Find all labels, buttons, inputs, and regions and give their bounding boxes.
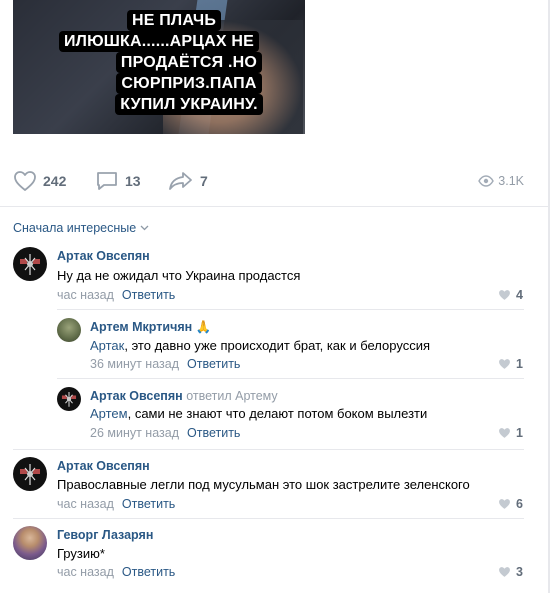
avatar[interactable] bbox=[13, 457, 47, 491]
comment-meta: 36 минут назад Ответить bbox=[90, 357, 240, 371]
comment-author[interactable]: Артем Мкртичян 🙏 bbox=[90, 320, 211, 335]
comment-author[interactable]: Геворг Лазарян bbox=[57, 528, 153, 542]
share-button[interactable]: 7 bbox=[168, 166, 208, 196]
divider bbox=[57, 378, 524, 379]
comment-like-button[interactable]: 4 bbox=[498, 288, 523, 302]
caption-line: СЮРПРИЗ.ПАПА bbox=[116, 73, 262, 94]
comment-time[interactable]: 36 минут назад bbox=[90, 357, 179, 371]
comments-count: 13 bbox=[125, 173, 141, 189]
comment-time[interactable]: 26 минут назад bbox=[90, 426, 179, 440]
divider bbox=[13, 518, 524, 519]
comment-like-button[interactable]: 3 bbox=[498, 565, 523, 579]
likes-count: 242 bbox=[43, 173, 67, 189]
comment-author: Артак Овсепян ответил Артему bbox=[90, 389, 278, 403]
comment-text: Артем, сами не знают что делают потом бо… bbox=[90, 406, 427, 421]
comment-meta: час назад Ответить bbox=[57, 497, 175, 511]
comment-author[interactable]: Артак Овсепян bbox=[57, 249, 150, 263]
mention-link[interactable]: Артак bbox=[90, 338, 124, 353]
comment-meta: час назад Ответить bbox=[57, 565, 175, 579]
heart-icon bbox=[499, 428, 510, 438]
comment-text: Православные легли под мусульман это шок… bbox=[57, 477, 470, 492]
reply-button[interactable]: Ответить bbox=[187, 357, 240, 371]
reply-button[interactable]: Ответить bbox=[122, 565, 175, 579]
share-icon bbox=[169, 172, 192, 190]
caption-line: ИЛЮШКА......АРЦАХ НЕ bbox=[58, 31, 260, 52]
views-counter: 3.1K bbox=[478, 166, 524, 196]
avatar[interactable] bbox=[57, 318, 81, 342]
reply-button[interactable]: Ответить bbox=[187, 426, 240, 440]
comment-body: , сами не знают что делают потом боком в… bbox=[127, 406, 428, 421]
comment-button[interactable]: 13 bbox=[95, 166, 141, 196]
avatar[interactable] bbox=[13, 247, 47, 281]
sort-label: Сначала интересные bbox=[13, 221, 137, 235]
comment-meta: час назад Ответить bbox=[57, 288, 175, 302]
post-actions: 242 13 7 3.1K bbox=[0, 166, 550, 196]
post-image[interactable]: НЕ ПЛАЧЬ ИЛЮШКА......АРЦАХ НЕ ПРОДАЁТСЯ … bbox=[13, 0, 305, 134]
chevron-down-icon bbox=[140, 225, 149, 231]
caption-line: ПРОДАЁТСЯ .НО bbox=[115, 52, 263, 73]
comment-body: , это давно уже происходит брат, как и б… bbox=[124, 338, 430, 353]
comment-author[interactable]: Артак Овсепян bbox=[57, 459, 150, 473]
comment-text: Грузию* bbox=[57, 546, 105, 561]
comment-likes-count: 1 bbox=[516, 426, 523, 440]
views-count: 3.1K bbox=[498, 174, 524, 188]
heart-icon bbox=[499, 359, 510, 369]
replied-to-label[interactable]: ответил Артему bbox=[186, 389, 277, 403]
sort-dropdown[interactable]: Сначала интересные bbox=[13, 221, 149, 235]
heart-icon bbox=[14, 171, 36, 191]
comment-likes-count: 4 bbox=[516, 288, 523, 302]
divider bbox=[57, 309, 524, 310]
comment-like-button[interactable]: 1 bbox=[498, 357, 523, 371]
caption-line: КУПИЛ УКРАИНУ. bbox=[115, 94, 263, 115]
comment-time[interactable]: час назад bbox=[57, 565, 114, 579]
comment-likes-count: 6 bbox=[516, 497, 523, 511]
comment-time[interactable]: час назад bbox=[57, 288, 114, 302]
author-link[interactable]: Артак Овсепян bbox=[90, 389, 183, 403]
comment-likes-count: 3 bbox=[516, 565, 523, 579]
comment-like-button[interactable]: 1 bbox=[498, 426, 523, 440]
comment-meta: 26 минут назад Ответить bbox=[90, 426, 240, 440]
comment-text: Артак, это давно уже происходит брат, ка… bbox=[90, 338, 430, 353]
comment-text: Ну да не ожидал что Украина продастся bbox=[57, 268, 301, 283]
avatar[interactable] bbox=[13, 526, 47, 560]
heart-icon bbox=[499, 290, 510, 300]
mention-link[interactable]: Артем bbox=[90, 406, 128, 421]
comment-icon bbox=[97, 172, 117, 190]
reply-button[interactable]: Ответить bbox=[122, 497, 175, 511]
comment-time[interactable]: час назад bbox=[57, 497, 114, 511]
heart-icon bbox=[499, 499, 510, 509]
like-button[interactable]: 242 bbox=[13, 166, 66, 196]
avatar[interactable] bbox=[57, 387, 81, 411]
comment-like-button[interactable]: 6 bbox=[498, 497, 523, 511]
image-caption: НЕ ПЛАЧЬ ИЛЮШКА......АРЦАХ НЕ ПРОДАЁТСЯ … bbox=[13, 0, 305, 115]
divider bbox=[13, 449, 524, 450]
heart-icon bbox=[499, 567, 510, 577]
caption-line: НЕ ПЛАЧЬ bbox=[126, 10, 222, 31]
shares-count: 7 bbox=[200, 173, 208, 189]
eye-icon bbox=[478, 175, 495, 187]
reply-button[interactable]: Ответить bbox=[122, 288, 175, 302]
comment-likes-count: 1 bbox=[516, 357, 523, 371]
divider bbox=[0, 206, 550, 207]
